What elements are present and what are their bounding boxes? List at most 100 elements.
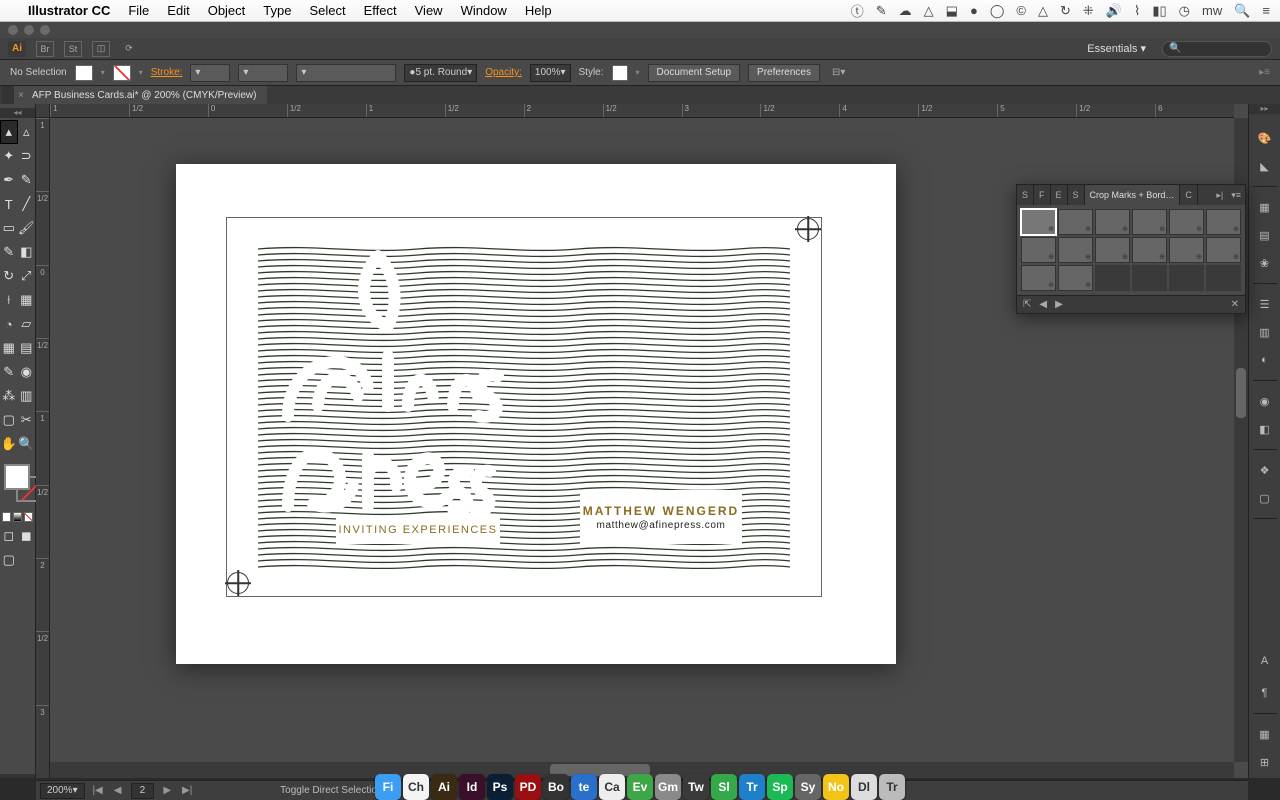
dock-app[interactable]: Sy xyxy=(795,774,821,800)
close-tab-icon[interactable]: × xyxy=(18,90,24,101)
minimize-window-button[interactable] xyxy=(24,25,34,35)
eraser-tool[interactable]: ◧ xyxy=(18,240,36,264)
vertical-ruler[interactable]: 1 1/2 0 1/2 1 1/2 2 1/2 3 xyxy=(36,118,50,778)
var-width-dropdown[interactable]: ▾ xyxy=(238,64,288,82)
fill-color-box[interactable] xyxy=(4,464,30,490)
arrange-button[interactable]: ◫ xyxy=(92,41,110,57)
panel-foot-icon[interactable]: ⇱ xyxy=(1023,299,1031,310)
dock-app[interactable]: Dl xyxy=(851,774,877,800)
menubar-wifi-icon[interactable]: ⌇ xyxy=(1134,3,1140,19)
menubar-sync-icon[interactable]: ◯ xyxy=(990,3,1005,19)
color-panel-icon[interactable]: 🎨 xyxy=(1255,128,1275,148)
menubar-volume-icon[interactable]: 🔊 xyxy=(1106,3,1122,19)
menu-object[interactable]: Object xyxy=(208,3,246,18)
eyedropper-tool[interactable]: ✎ xyxy=(0,360,18,384)
artboard-thumb[interactable]: ⊕ xyxy=(1058,237,1093,263)
preferences-button[interactable]: Preferences xyxy=(748,64,820,82)
panel-cycle-icon[interactable]: ▸| xyxy=(1212,190,1227,201)
menubar-cloud-icon[interactable]: ☁ xyxy=(899,3,912,19)
document-setup-button[interactable]: Document Setup xyxy=(648,64,741,82)
dock-app[interactable]: te xyxy=(571,774,597,800)
menubar-c-icon[interactable]: © xyxy=(1016,3,1026,18)
brushes-panel-icon[interactable]: ▤ xyxy=(1255,225,1275,245)
menubar-notifications-icon[interactable]: ≡ xyxy=(1262,3,1270,18)
menu-edit[interactable]: Edit xyxy=(167,3,189,18)
align-panel-icon[interactable]: ▦ xyxy=(1255,724,1275,744)
color-mode-gradient[interactable] xyxy=(13,512,22,522)
appearance-panel-icon[interactable]: ◉ xyxy=(1255,391,1275,411)
panel-next-button[interactable]: ▶ xyxy=(1055,299,1063,310)
close-window-button[interactable] xyxy=(8,25,18,35)
selection-tool[interactable]: ▴ xyxy=(0,120,18,144)
screen-mode-button[interactable]: ▢ xyxy=(0,548,18,572)
menubar-user[interactable]: mw xyxy=(1202,3,1222,18)
fill-stroke-control[interactable] xyxy=(0,460,35,510)
artboard-thumb[interactable]: ⊕ xyxy=(1058,265,1093,291)
artboard-thumb[interactable]: ⊕ xyxy=(1169,209,1204,235)
layers-panel-icon[interactable]: ❖ xyxy=(1255,460,1275,480)
pencil-tool[interactable]: ✎ xyxy=(0,240,18,264)
menu-file[interactable]: File xyxy=(128,3,149,18)
paragraph-panel-icon[interactable]: ¶ xyxy=(1255,683,1275,703)
artboard-tool[interactable]: ▢ xyxy=(0,408,18,432)
menubar-display-icon[interactable]: ⁜ xyxy=(1083,3,1094,19)
menu-effect[interactable]: Effect xyxy=(364,3,397,18)
graphic-styles-panel-icon[interactable]: ◧ xyxy=(1255,419,1275,439)
shape-builder-tool[interactable]: ◔ xyxy=(0,312,18,336)
dock-app[interactable]: Bo xyxy=(543,774,569,800)
menu-select[interactable]: Select xyxy=(309,3,345,18)
artboard-thumb[interactable]: ⊕ xyxy=(1132,209,1167,235)
panel-tab[interactable]: S xyxy=(1068,185,1085,205)
panel-menu-icon[interactable]: ▾≡ xyxy=(1227,190,1245,201)
menubar-flame-icon[interactable]: △ xyxy=(1038,3,1048,19)
perspective-tool[interactable]: ▱ xyxy=(18,312,36,336)
menu-view[interactable]: View xyxy=(415,3,443,18)
ruler-origin-corner[interactable] xyxy=(36,104,50,118)
menubar-evernote-icon[interactable]: ✎ xyxy=(876,3,887,19)
workspace-switcher[interactable]: Essentials ▾ xyxy=(1081,42,1152,55)
draw-mode-behind[interactable]: ◼ xyxy=(18,524,36,548)
dock-app[interactable]: PD xyxy=(515,774,541,800)
rectangle-tool[interactable]: ▭ xyxy=(0,216,18,240)
opacity-label[interactable]: Opacity: xyxy=(485,67,522,78)
dock-app[interactable]: No xyxy=(823,774,849,800)
zoom-tool[interactable]: 🔍 xyxy=(18,432,36,456)
artboard-thumb[interactable]: ⊕ xyxy=(1132,237,1167,263)
gradient-tool[interactable]: ▤ xyxy=(18,336,36,360)
stroke-label[interactable]: Stroke: xyxy=(151,67,183,78)
dock-app[interactable]: Ch xyxy=(403,774,429,800)
artboard-thumb[interactable]: ⊕ xyxy=(1021,209,1056,235)
dock-app[interactable]: Ev xyxy=(627,774,653,800)
panel-prev-button[interactable]: ◀ xyxy=(1039,299,1047,310)
menubar-clock-icon[interactable]: ↻ xyxy=(1060,3,1071,19)
opacity-input[interactable]: 100% ▾ xyxy=(530,64,571,82)
magic-wand-tool[interactable]: ✦ xyxy=(0,144,18,168)
paintbrush-tool[interactable]: 🖌 xyxy=(18,216,36,240)
rotate-tool[interactable]: ↻ xyxy=(0,264,18,288)
dock-app[interactable]: Tw xyxy=(683,774,709,800)
stroke-swatch[interactable] xyxy=(113,65,131,81)
mesh-tool[interactable]: ▦ xyxy=(0,336,18,360)
swatches-panel-icon[interactable]: ▦ xyxy=(1255,197,1275,217)
tools-collapse-button[interactable]: ◂◂ xyxy=(0,108,35,118)
menubar-hat-icon[interactable]: ● xyxy=(970,3,978,18)
vertical-scroll-thumb[interactable] xyxy=(1236,368,1246,418)
dock-app[interactable]: Ca xyxy=(599,774,625,800)
curvature-tool[interactable]: ✎ xyxy=(18,168,36,192)
panels-collapse-button[interactable]: ▸▸ xyxy=(1249,104,1280,114)
dock-app[interactable]: Gm xyxy=(655,774,681,800)
app-menu[interactable]: Illustrator CC xyxy=(28,3,110,18)
line-tool[interactable]: ╱ xyxy=(18,192,36,216)
menubar-battery-icon[interactable]: ▮▯ xyxy=(1152,3,1166,19)
brush-preset[interactable]: ● 5 pt. Round ▾ xyxy=(404,64,477,82)
dock-app[interactable]: Fi xyxy=(375,774,401,800)
artboards-panel[interactable]: S F E S Crop Marks + Bord… C ▸| ▾≡ ⊕ ⊕ ⊕… xyxy=(1016,184,1246,314)
width-tool[interactable]: ⟊ xyxy=(0,288,18,312)
column-graph-tool[interactable]: ▥ xyxy=(18,384,36,408)
artboard-thumb[interactable]: ⊕ xyxy=(1206,237,1241,263)
draw-mode-normal[interactable]: ◻ xyxy=(0,524,18,548)
dock-app[interactable]: Tr xyxy=(739,774,765,800)
artboard-thumb[interactable]: ⊕ xyxy=(1206,209,1241,235)
stock-button[interactable]: St xyxy=(64,41,82,57)
gpu-button[interactable]: ⟳ xyxy=(120,41,138,57)
